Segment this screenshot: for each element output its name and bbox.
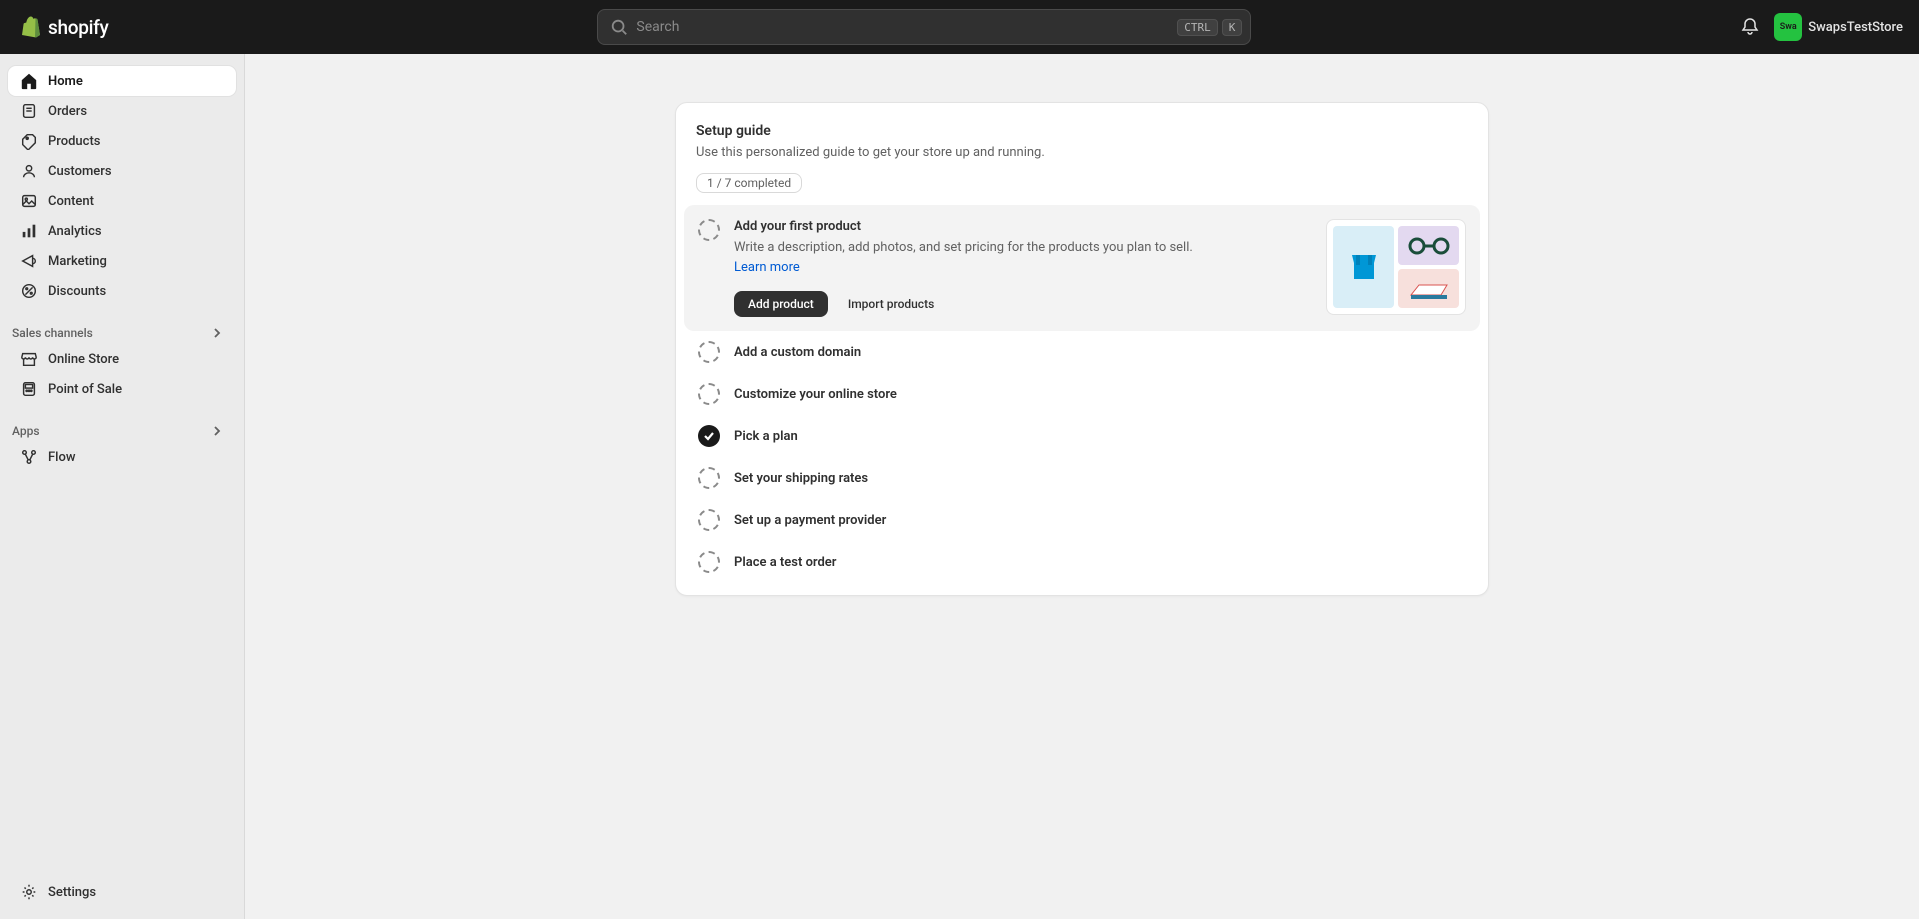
step-checkbox[interactable]: [698, 467, 720, 489]
marketing-icon: [20, 252, 38, 270]
sidebar-item-label: Marketing: [48, 254, 107, 269]
card-subtitle: Use this personalized guide to get your …: [696, 145, 1468, 160]
main-content: Setup guide Use this personalized guide …: [245, 54, 1919, 919]
sidebar-item-label: Analytics: [48, 224, 102, 239]
sidebar-item-content[interactable]: Content: [8, 186, 236, 216]
sidebar-item-label: Settings: [48, 885, 96, 900]
check-icon: [703, 430, 715, 442]
step-checkbox[interactable]: [698, 551, 720, 573]
step-checkbox[interactable]: [698, 383, 720, 405]
sidebar-item-label: Point of Sale: [48, 382, 122, 397]
logo-text: shopify: [48, 16, 109, 39]
sidebar-item-discounts[interactable]: Discounts: [8, 276, 236, 306]
sidebar-item-label: Discounts: [48, 284, 106, 299]
step-checkbox-done[interactable]: [698, 425, 720, 447]
sidebar-item-label: Customers: [48, 164, 112, 179]
step-title: Customize your online store: [734, 387, 897, 402]
shopify-icon: [20, 15, 44, 39]
analytics-icon: [20, 222, 38, 240]
customers-icon: [20, 162, 38, 180]
sidebar-item-orders[interactable]: Orders: [8, 96, 236, 126]
sidebar-item-label: Products: [48, 134, 100, 149]
sidebar-item-label: Online Store: [48, 352, 119, 367]
sidebar-item-customers[interactable]: Customers: [8, 156, 236, 186]
step-checkbox[interactable]: [698, 509, 720, 531]
sidebar-item-flow[interactable]: Flow: [8, 442, 236, 472]
sidebar-item-label: Orders: [48, 104, 87, 119]
sidebar-item-label: Home: [48, 74, 83, 89]
sidebar-item-online-store[interactable]: Online Store: [8, 344, 236, 374]
sidebar-item-analytics[interactable]: Analytics: [8, 216, 236, 246]
setup-step-pick-plan[interactable]: Pick a plan: [684, 415, 1480, 457]
sidebar-item-home[interactable]: Home: [8, 66, 236, 96]
sidebar-item-point-of-sale[interactable]: Point of Sale: [8, 374, 236, 404]
progress-pill: 1 / 7 completed: [696, 173, 802, 193]
search-icon: [610, 18, 628, 36]
step-title: Add your first product: [734, 219, 1312, 234]
setup-step-payment[interactable]: Set up a payment provider: [684, 499, 1480, 541]
setup-guide-card: Setup guide Use this personalized guide …: [675, 102, 1489, 596]
step-checkbox[interactable]: [698, 341, 720, 363]
setup-step-test-order[interactable]: Place a test order: [684, 541, 1480, 583]
step-illustration: [1326, 219, 1466, 315]
avatar: Swa: [1774, 13, 1802, 41]
search-placeholder: Search: [636, 19, 1177, 35]
discounts-icon: [20, 282, 38, 300]
setup-step-custom-domain[interactable]: Add a custom domain: [684, 331, 1480, 373]
learn-more-link[interactable]: Learn more: [734, 260, 800, 275]
notifications-icon[interactable]: [1740, 17, 1760, 37]
keyboard-shortcut: CTRL K: [1177, 19, 1242, 36]
chevron-right-icon: [210, 326, 224, 340]
step-title: Set your shipping rates: [734, 471, 868, 486]
chevron-right-icon: [210, 424, 224, 438]
sidebar-item-label: Content: [48, 194, 94, 209]
sidebar: Home Orders Products Customers Content A…: [0, 54, 245, 919]
pos-icon: [20, 380, 38, 398]
topbar: shopify Search CTRL K Swa SwapsTestStore: [0, 0, 1919, 54]
sidebar-item-products[interactable]: Products: [8, 126, 236, 156]
step-title: Place a test order: [734, 555, 836, 570]
setup-step-add-product[interactable]: Add your first product Write a descripti…: [684, 205, 1480, 331]
store-menu[interactable]: Swa SwapsTestStore: [1774, 13, 1903, 41]
section-label: Sales channels: [12, 326, 93, 340]
setup-step-customize-store[interactable]: Customize your online store: [684, 373, 1480, 415]
gear-icon: [20, 883, 38, 901]
card-title: Setup guide: [696, 123, 1468, 139]
sidebar-item-settings[interactable]: Settings: [8, 877, 236, 907]
store-icon: [20, 350, 38, 368]
step-checkbox[interactable]: [698, 219, 720, 241]
sidebar-item-marketing[interactable]: Marketing: [8, 246, 236, 276]
step-title: Set up a payment provider: [734, 513, 886, 528]
products-icon: [20, 132, 38, 150]
flow-icon: [20, 448, 38, 466]
search-input[interactable]: Search CTRL K: [597, 9, 1251, 45]
sidebar-section-sales-channels[interactable]: Sales channels: [8, 320, 236, 344]
content-icon: [20, 192, 38, 210]
setup-step-shipping[interactable]: Set your shipping rates: [684, 457, 1480, 499]
step-description: Write a description, add photos, and set…: [734, 238, 1224, 277]
step-title: Pick a plan: [734, 429, 798, 444]
import-products-button[interactable]: Import products: [838, 291, 944, 317]
sidebar-section-apps[interactable]: Apps: [8, 418, 236, 442]
add-product-button[interactable]: Add product: [734, 291, 828, 317]
section-label: Apps: [12, 424, 40, 438]
home-icon: [20, 72, 38, 90]
step-title: Add a custom domain: [734, 345, 861, 360]
sidebar-item-label: Flow: [48, 450, 76, 465]
store-name: SwapsTestStore: [1808, 20, 1903, 35]
shopify-logo[interactable]: shopify: [20, 15, 109, 39]
orders-icon: [20, 102, 38, 120]
